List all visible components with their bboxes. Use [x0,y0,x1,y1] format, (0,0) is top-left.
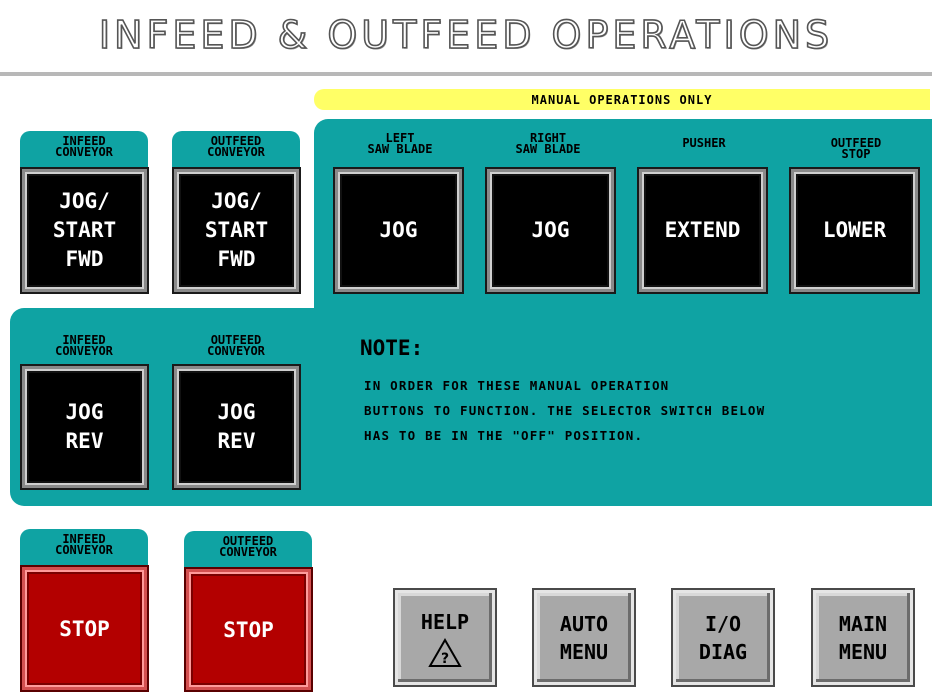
infeed-conveyor-rev-label: INFEED CONVEYOR [20,334,148,358]
pusher-extend-button[interactable]: EXTEND [637,167,768,294]
label-line2: SAW BLADE [367,142,433,156]
label-line1: PUSHER [682,136,726,150]
button-text: FWD [65,247,104,271]
left-saw-blade-label: LEFT SAW BLADE [330,132,470,156]
outfeed-stop-label: OUTFEED STOP [786,137,926,161]
infeed-conveyor-fwd-tab: INFEED CONVEYOR [20,131,148,171]
button-text: STOP [223,617,274,642]
tab-label-line2: CONVEYOR [55,543,113,557]
button-text: STOP [59,616,110,641]
outfeed-jog-start-fwd-button[interactable]: JOG/ START FWD [172,167,301,294]
button-text: JOG [65,400,104,424]
manual-operations-banner: MANUAL OPERATIONS ONLY [314,89,930,110]
infeed-jog-rev-button[interactable]: JOG REV [20,364,149,490]
button-text: DIAG [698,639,748,664]
note-line: HAS TO BE IN THE "OFF" POSITION. [364,428,644,443]
button-text: REV [65,429,104,453]
button-text: JOG [379,218,418,242]
button-text: MENU [559,639,609,664]
button-text: START [204,218,269,242]
outfeed-conveyor-stop-tab: OUTFEED CONVEYOR [184,531,312,571]
io-diag-button[interactable]: I/O DIAG [671,588,775,687]
button-text: FWD [217,247,256,271]
note-text: IN ORDER FOR THESE MANUAL OPERATION BUTT… [364,373,924,448]
right-saw-blade-jog-button[interactable]: JOG [485,167,616,294]
note-line: BUTTONS TO FUNCTION. THE SELECTOR SWITCH… [364,403,766,418]
right-saw-blade-label: RIGHT SAW BLADE [478,132,618,156]
button-text: MENU [838,639,888,664]
tab-label-line2: CONVEYOR [55,145,113,159]
label-line2: CONVEYOR [55,344,113,358]
button-text: JOG/ [211,189,262,213]
auto-menu-button[interactable]: AUTO MENU [532,588,636,687]
button-text: LOWER [822,218,887,242]
button-text: HELP [420,609,470,634]
button-text: REV [217,429,256,453]
title-divider [0,72,932,76]
button-text: START [52,218,117,242]
button-text: JOG [217,400,256,424]
outfeed-conveyor-rev-label: OUTFEED CONVEYOR [172,334,300,358]
infeed-conveyor-stop-tab: INFEED CONVEYOR [20,529,148,569]
left-saw-blade-jog-button[interactable]: JOG [333,167,464,294]
main-menu-button[interactable]: MAIN MENU [811,588,915,687]
label-line2: SAW BLADE [515,142,581,156]
note-title: NOTE: [360,336,424,360]
label-line2: CONVEYOR [207,344,265,358]
outfeed-stop-button[interactable]: STOP [184,567,313,692]
outfeed-jog-rev-button[interactable]: JOG REV [172,364,301,490]
pusher-label: PUSHER [634,136,774,150]
label-line2: STOP [841,147,871,161]
button-text: AUTO [559,611,609,636]
page-title: INFEED & OUTFEED OPERATIONS [98,12,834,58]
button-text: I/O [704,611,742,636]
button-text: EXTEND [664,218,741,242]
infeed-jog-start-fwd-button[interactable]: JOG/ START FWD [20,167,149,294]
svg-text:?: ? [441,651,449,667]
infeed-stop-button[interactable]: STOP [20,565,149,692]
button-text: MAIN [838,611,888,636]
tab-label-line2: CONVEYOR [219,545,277,559]
note-line: IN ORDER FOR THESE MANUAL OPERATION [364,378,670,393]
tab-label-line2: CONVEYOR [207,145,265,159]
button-text: JOG [531,218,570,242]
help-button[interactable]: HELP ? [393,588,497,687]
warning-icon: ? [428,637,462,667]
button-text: JOG/ [59,189,110,213]
outfeed-conveyor-fwd-tab: OUTFEED CONVEYOR [172,131,300,171]
outfeed-stop-lower-button[interactable]: LOWER [789,167,920,294]
